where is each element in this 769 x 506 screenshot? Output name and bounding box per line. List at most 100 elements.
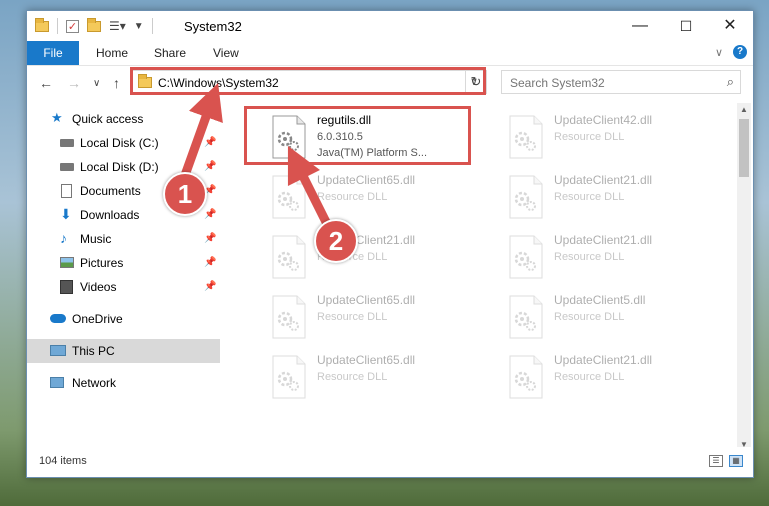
forward-arrow-icon[interactable]: → bbox=[67, 75, 81, 91]
download-icon: ⬇ bbox=[60, 206, 72, 222]
file-detail: Resource DLL bbox=[317, 191, 388, 203]
scroll-up-icon[interactable]: ▲ bbox=[739, 105, 749, 114]
file-detail: Resource DLL bbox=[554, 371, 625, 383]
large-icons-view-icon[interactable]: ▦ bbox=[729, 455, 743, 467]
file-item[interactable]: UpdateClient65.dll Resource DLL bbox=[271, 173, 501, 229]
file-item[interactable]: UpdateClient21.dll Resource DLL bbox=[271, 233, 501, 289]
sidebar-item-label: Quick access bbox=[72, 112, 144, 126]
toolbar-separator bbox=[57, 18, 58, 34]
pin-icon: 📌 bbox=[204, 233, 217, 244]
dll-file-icon bbox=[509, 175, 543, 219]
callout-2: 2 bbox=[314, 219, 358, 263]
search-input[interactable] bbox=[508, 74, 712, 92]
file-item[interactable]: UpdateClient21.dll Resource DLL bbox=[508, 173, 738, 229]
sidebar-item-label: Downloads bbox=[80, 208, 140, 222]
tab-view[interactable]: View bbox=[213, 41, 239, 65]
file-detail: Resource DLL bbox=[554, 191, 625, 203]
file-name: UpdateClient5.dll bbox=[554, 293, 646, 307]
back-arrow-icon[interactable]: ← bbox=[39, 75, 53, 91]
sidebar-item-label: OneDrive bbox=[72, 312, 123, 326]
file-item[interactable]: UpdateClient65.dll Resource DLL bbox=[271, 293, 501, 349]
file-item[interactable]: UpdateClient42.dll Resource DLL bbox=[508, 113, 738, 169]
sidebar-item-pictures[interactable]: Pictures 📌 bbox=[27, 251, 220, 275]
star-icon: ★ bbox=[51, 110, 63, 125]
maximize-button[interactable]: ☐ bbox=[663, 11, 709, 41]
dll-file-icon bbox=[509, 235, 543, 279]
file-item[interactable]: UpdateClient5.dll Resource DLL bbox=[508, 293, 738, 349]
file-item[interactable]: UpdateClient21.dll Resource DLL bbox=[508, 353, 738, 409]
search-icon[interactable]: ⌕ bbox=[727, 74, 734, 90]
sidebar-item-videos[interactable]: Videos 📌 bbox=[27, 275, 220, 299]
tab-home[interactable]: Home bbox=[96, 41, 128, 65]
pin-icon: 📌 bbox=[204, 161, 217, 172]
sidebar-item-label: This PC bbox=[72, 344, 115, 358]
sidebar-item-local-disk-c[interactable]: Local Disk (C:) 📌 bbox=[27, 131, 220, 155]
customize-toolbar-icon[interactable]: ☰▾ bbox=[109, 19, 126, 33]
recent-locations-icon[interactable]: ∨ bbox=[93, 78, 100, 89]
ribbon-tabs: File Home Share View ∨ ? bbox=[27, 41, 753, 66]
scrollbar-thumb[interactable] bbox=[739, 119, 749, 177]
close-button[interactable]: ✕ bbox=[707, 11, 753, 41]
sidebar-item-network[interactable]: Network bbox=[27, 371, 220, 395]
title-bar: ✓ ☰▾ ▼ System32 — ☐ ✕ bbox=[27, 11, 753, 41]
details-view-icon[interactable]: ☰ bbox=[709, 455, 723, 467]
dll-file-icon bbox=[509, 295, 543, 339]
new-folder-icon[interactable] bbox=[87, 17, 101, 32]
file-name: UpdateClient21.dll bbox=[554, 233, 653, 247]
navigation-pane: ★ Quick access Local Disk (C:) 📌 Local D… bbox=[27, 103, 220, 443]
file-item[interactable]: UpdateClient21.dll Resource DLL bbox=[508, 233, 738, 289]
search-box[interactable]: ⌕ bbox=[501, 70, 741, 94]
drive-icon bbox=[60, 163, 74, 171]
file-name: UpdateClient65.dll bbox=[317, 173, 416, 187]
pin-icon: 📌 bbox=[204, 257, 217, 268]
up-arrow-icon[interactable]: ↑ bbox=[113, 75, 120, 91]
sidebar-item-music[interactable]: ♪ Music 📌 bbox=[27, 227, 220, 251]
file-detail: Resource DLL bbox=[317, 311, 388, 323]
dll-file-icon bbox=[272, 235, 306, 279]
sidebar-item-label: Videos bbox=[80, 280, 117, 294]
sidebar-item-this-pc[interactable]: This PC bbox=[27, 339, 220, 363]
dll-file-icon bbox=[272, 295, 306, 339]
sidebar-item-quick-access[interactable]: ★ Quick access bbox=[27, 107, 220, 131]
dll-file-icon bbox=[509, 115, 543, 159]
tab-share[interactable]: Share bbox=[154, 41, 186, 65]
minimize-button[interactable]: — bbox=[617, 11, 663, 41]
dll-file-icon bbox=[509, 355, 543, 399]
file-detail: Resource DLL bbox=[554, 251, 625, 263]
sidebar-item-label: Documents bbox=[80, 184, 141, 198]
file-item[interactable]: UpdateClient65.dll Resource DLL bbox=[271, 353, 501, 409]
sidebar-item-onedrive[interactable]: OneDrive bbox=[27, 307, 220, 331]
sidebar-item-label: Local Disk (C:) bbox=[80, 136, 159, 150]
documents-icon bbox=[61, 184, 72, 198]
tab-file[interactable]: File bbox=[27, 41, 79, 65]
callout-1: 1 bbox=[163, 172, 207, 216]
vertical-scrollbar[interactable]: ▲ ▼ bbox=[737, 103, 751, 451]
file-name: UpdateClient65.dll bbox=[317, 293, 416, 307]
dll-file-icon bbox=[272, 175, 306, 219]
status-bar: 104 items ☰ ▦ bbox=[27, 447, 753, 477]
file-detail: Resource DLL bbox=[317, 371, 388, 383]
pictures-icon bbox=[60, 257, 74, 268]
file-name: UpdateClient21.dll bbox=[554, 353, 653, 367]
item-count: 104 items bbox=[39, 455, 87, 467]
sidebar-item-label: Pictures bbox=[80, 256, 124, 270]
pin-icon: 📌 bbox=[204, 137, 217, 148]
file-name: UpdateClient42.dll bbox=[554, 113, 653, 127]
file-name: UpdateClient21.dll bbox=[554, 173, 653, 187]
properties-icon[interactable]: ✓ bbox=[66, 19, 79, 33]
cloud-icon bbox=[50, 314, 66, 323]
ribbon-controls: ∨ ? bbox=[715, 45, 747, 59]
window-title: System32 bbox=[184, 19, 242, 34]
toolbar-separator bbox=[151, 18, 153, 34]
folder-icon[interactable] bbox=[35, 17, 49, 32]
file-detail: Resource DLL bbox=[554, 311, 625, 323]
toolbar-dropdown-icon[interactable]: ▼ bbox=[134, 21, 144, 32]
ribbon-collapse-icon[interactable]: ∨ bbox=[715, 46, 723, 59]
sidebar-item-label: Network bbox=[72, 376, 117, 390]
quick-access-toolbar: ✓ ☰▾ ▼ bbox=[35, 17, 153, 34]
pin-icon: 📌 bbox=[204, 281, 217, 292]
help-icon[interactable]: ? bbox=[733, 45, 747, 59]
sidebar-item-label: Music bbox=[80, 232, 112, 246]
music-icon: ♪ bbox=[60, 230, 67, 246]
address-bar-highlight bbox=[130, 67, 486, 95]
